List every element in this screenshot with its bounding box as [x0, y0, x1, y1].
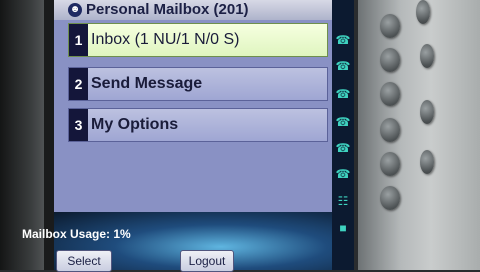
menu-item-number: 1 — [69, 24, 88, 56]
menu-item-inbox[interactable]: 1 Inbox (1 NU/1 N/0 S) — [68, 23, 328, 57]
line-button-2[interactable] — [380, 48, 400, 72]
phone-icon: ☎ — [335, 141, 351, 155]
menu-item-number: 2 — [69, 68, 88, 100]
line-button-4[interactable] — [380, 118, 400, 142]
phone-icon: ☎ — [335, 33, 351, 47]
title-bar: ☻ Personal Mailbox (201) — [54, 0, 332, 21]
line-button-3[interactable] — [380, 82, 400, 106]
phone-icon: ☎ — [335, 87, 351, 101]
mailbox-usage: Mailbox Usage: 1% — [22, 227, 131, 241]
menu-item-label: Send Message — [91, 75, 203, 92]
speed-dial-button-1[interactable] — [416, 0, 430, 24]
phone-icon: ☎ — [335, 59, 351, 73]
speech-bubble-icon: ☻ — [68, 3, 82, 17]
directory-icon: ☷ — [337, 194, 349, 208]
logout-softkey[interactable]: Logout — [180, 250, 234, 272]
line-button-6[interactable] — [380, 186, 400, 210]
video-icon: ■ — [339, 221, 347, 235]
menu-list: 1 Inbox (1 NU/1 N/0 S) 2 Send Message 3 … — [54, 20, 332, 212]
page-title: Personal Mailbox (201) — [86, 1, 249, 18]
phone-icon: ☎ — [335, 167, 351, 181]
speed-dial-button-2[interactable] — [420, 44, 434, 68]
speed-dial-button-3[interactable] — [420, 100, 434, 124]
phone-icon: ☎ — [335, 115, 351, 129]
menu-item-number: 3 — [69, 109, 88, 141]
select-softkey[interactable]: Select — [56, 250, 112, 272]
menu-item-send-message[interactable]: 2 Send Message — [68, 67, 328, 101]
menu-item-label: Inbox (1 NU/1 N/0 S) — [91, 31, 240, 48]
speed-dial-button-4[interactable] — [420, 150, 434, 174]
phone-body-right — [358, 0, 480, 270]
menu-item-label: My Options — [91, 116, 179, 133]
line-button-1[interactable] — [380, 14, 400, 38]
line-button-5[interactable] — [380, 152, 400, 176]
menu-item-my-options[interactable]: 3 My Options — [68, 108, 328, 142]
